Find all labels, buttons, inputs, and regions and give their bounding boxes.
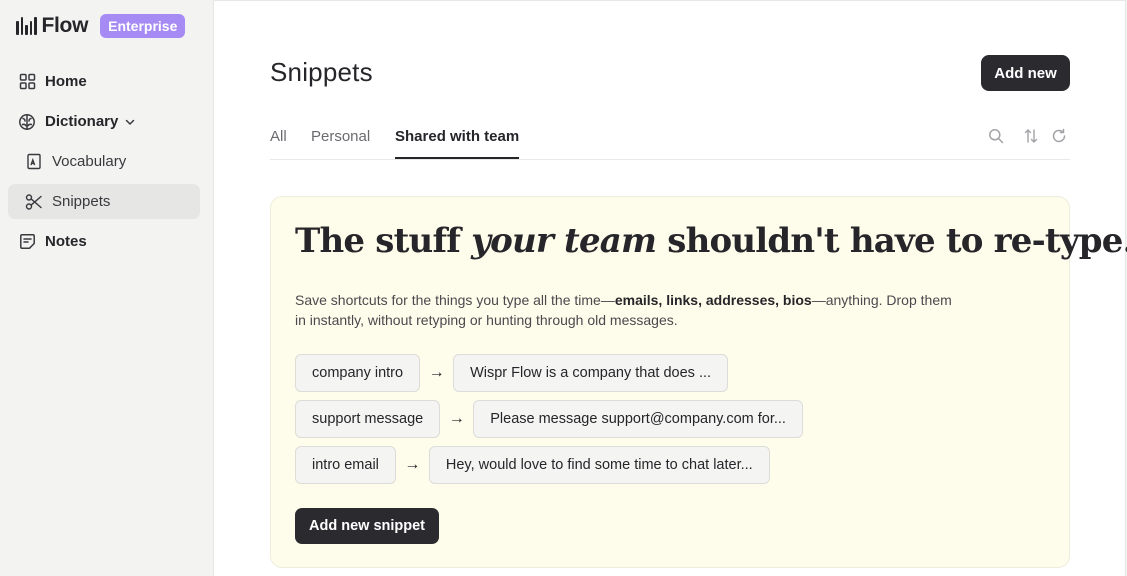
arrow-right-icon: → xyxy=(428,364,445,381)
sidebar-item-dictionary[interactable]: Dictionary xyxy=(8,104,200,139)
snippet-expansion-chip: Hey, would love to find some time to cha… xyxy=(428,446,770,484)
chevron-down-icon[interactable] xyxy=(124,116,136,128)
brand-name: Flow xyxy=(41,14,89,37)
snippet-trigger-chip: intro email xyxy=(295,446,396,484)
snippets-promo-card: The stuff your team shouldn't have to re… xyxy=(270,196,1127,568)
arrow-right-icon: → xyxy=(448,410,465,427)
grid-icon xyxy=(17,72,37,92)
tab-bar: All Personal Shared with team xyxy=(270,119,1070,160)
snippet-trigger-chip: company intro xyxy=(295,354,421,392)
add-new-button[interactable]: Add new xyxy=(981,55,1070,91)
arrow-right-icon: → xyxy=(404,456,421,473)
plan-badge: Enterprise xyxy=(100,14,186,38)
snippet-example-row: support message → Please message support… xyxy=(295,400,803,438)
sidebar-item-label: Snippets xyxy=(52,193,111,210)
brain-icon xyxy=(17,112,37,132)
search-icon[interactable] xyxy=(987,127,1005,145)
snippet-trigger-chip: support message xyxy=(295,400,441,438)
snippet-example-row: company intro → Wispr Flow is a company … xyxy=(295,354,729,392)
sidebar-item-label: Home xyxy=(45,73,87,90)
sidebar-item-label: Vocabulary xyxy=(52,153,127,170)
sidebar-item-snippets[interactable]: Snippets xyxy=(8,184,200,219)
tab-all[interactable]: All xyxy=(270,128,287,157)
snippet-expansion-chip: Wispr Flow is a company that does ... xyxy=(453,354,729,392)
snippet-expansion-chip: Please message support@company.com for..… xyxy=(473,400,803,438)
tab-shared-with-team[interactable]: Shared with team xyxy=(395,128,520,159)
sidebar: Flow Enterprise Home Dictionary Vocabula… xyxy=(0,0,213,576)
main-content: Snippets Add new All Personal Shared wit… xyxy=(213,0,1127,576)
page-title: Snippets xyxy=(270,57,373,87)
sidebar-item-label: Notes xyxy=(45,233,87,250)
scissors-icon xyxy=(24,192,44,212)
tab-personal[interactable]: Personal xyxy=(311,128,370,157)
sidebar-item-label: Dictionary xyxy=(45,113,119,130)
brand[interactable]: Flow Enterprise xyxy=(16,12,186,40)
flow-logo-icon xyxy=(16,17,37,35)
refresh-icon[interactable] xyxy=(1050,127,1068,145)
sort-icon[interactable] xyxy=(1022,127,1040,145)
sidebar-item-home[interactable]: Home xyxy=(8,64,200,99)
sidebar-item-notes[interactable]: Notes xyxy=(8,224,200,259)
sidebar-item-vocabulary[interactable]: Vocabulary xyxy=(8,144,200,179)
book-icon xyxy=(24,152,44,172)
snippet-example-row: intro email → Hey, would love to find so… xyxy=(295,446,770,484)
note-icon xyxy=(17,232,37,252)
promo-headline: The stuff your team shouldn't have to re… xyxy=(295,221,1127,261)
promo-description: Save shortcuts for the things you type a… xyxy=(295,292,952,328)
add-new-snippet-button[interactable]: Add new snippet xyxy=(295,508,439,544)
